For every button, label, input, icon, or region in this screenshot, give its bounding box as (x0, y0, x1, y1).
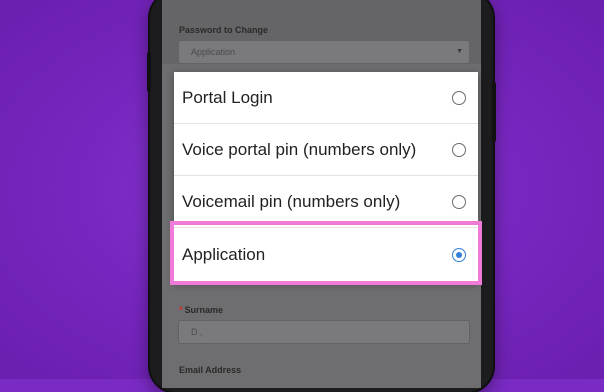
password-to-change-label: Password to Change (179, 25, 269, 35)
email-address-label: Email Address (179, 365, 242, 375)
surname-label-text: Surname (184, 305, 224, 315)
password-to-change-value: Application (191, 47, 236, 57)
surname-value: D , (191, 327, 203, 337)
phone-side-button (492, 82, 496, 142)
option-label: Voice portal pin (numbers only) (182, 140, 417, 159)
option-voice-portal-pin[interactable]: Voice portal pin (numbers only) (174, 124, 478, 176)
radio-unchecked-icon[interactable] (452, 195, 466, 209)
dropdown-caret-icon: ▼ (456, 48, 463, 55)
surname-field[interactable]: D , (178, 320, 470, 344)
selection-highlight-box (170, 221, 482, 285)
phone-side-button (147, 52, 151, 92)
option-portal-login[interactable]: Portal Login (174, 72, 478, 124)
surname-label: * Surname (179, 305, 223, 315)
radio-unchecked-icon[interactable] (452, 91, 466, 105)
radio-unchecked-icon[interactable] (452, 143, 466, 157)
option-label: Voicemail pin (numbers only) (182, 192, 401, 211)
password-to-change-select[interactable]: Application ▼ (178, 40, 470, 64)
option-label: Portal Login (182, 88, 273, 107)
required-asterisk: * (179, 305, 183, 315)
